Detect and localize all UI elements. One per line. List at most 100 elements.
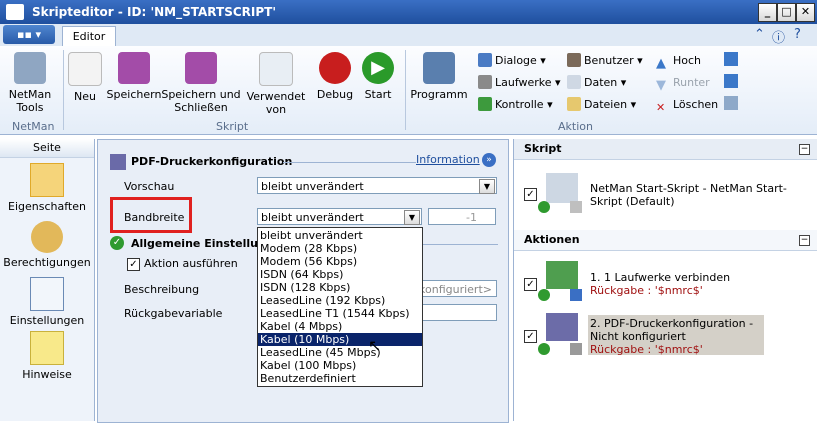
action2-return: Rückgabe : '$nmrc$' (590, 343, 703, 356)
action2-title[interactable]: 2. PDF-Druckerkonfiguration - Nicht konf… (590, 317, 762, 343)
ok-check-icon: ✓ (110, 236, 124, 250)
spinner-value: -1 (466, 211, 477, 224)
speichern-label: Speichern (106, 88, 162, 101)
move-top-icon[interactable] (724, 52, 738, 66)
group-label-netman: NetMan (12, 120, 55, 133)
aktionen-section-header: Aktionen (514, 230, 817, 251)
action1-return: Rückgabe : '$nmrc$' (590, 284, 703, 297)
verwendet-von-button[interactable]: Verwendet von (246, 52, 306, 116)
laufwerke-button[interactable]: Laufwerke ▾ (478, 74, 561, 92)
loeschen-button[interactable]: ✕ Löschen (656, 96, 718, 114)
netman-tools-label: NetMan Tools (8, 88, 52, 114)
beschreibung-placeholder: t konfiguriert> (411, 283, 492, 296)
left-navigation: Seite Eigenschaften Berechtigungen Einst… (0, 139, 95, 421)
dropdown-option[interactable]: Kabel (4 Mbps) (258, 320, 422, 333)
debug-label: Debug (316, 88, 354, 101)
arrow-down-icon: ▼ (656, 78, 666, 93)
collapse-skript-icon[interactable]: − (799, 144, 810, 155)
tab-editor[interactable]: Editor (62, 26, 116, 47)
information-link[interactable]: Information (416, 153, 480, 166)
kontrolle-button[interactable]: Kontrolle ▾ (478, 96, 553, 114)
properties-icon (30, 163, 64, 197)
dateien-button[interactable]: Dateien ▾ (567, 96, 636, 114)
move-bottom-icon[interactable] (724, 74, 738, 88)
minimize-button[interactable]: _ (758, 3, 777, 22)
bandwidth-spinner[interactable]: -1 (428, 208, 496, 225)
start-label: Start (364, 88, 392, 101)
ribbon-tab-strip: ▪▪ ▾ Editor ⌃ ⓘ ? (0, 24, 817, 47)
section-title: PDF-Druckerkonfiguration (131, 155, 293, 168)
maximize-button[interactable]: □ (777, 3, 796, 22)
bandbreite-select[interactable]: bleibt unverändert ▼ (257, 208, 422, 225)
save-icon (118, 52, 150, 84)
close-button[interactable]: ✕ (796, 3, 815, 22)
skript-checkbox[interactable]: ✓ (524, 188, 537, 201)
dialog-icon (478, 53, 492, 67)
start-button[interactable]: ▶ Start (358, 52, 398, 101)
dropdown-option[interactable]: ISDN (64 Kbps) (258, 268, 422, 281)
nav-header: Seite (0, 139, 94, 158)
help-icon[interactable]: ? (794, 27, 801, 42)
application-menu-button[interactable]: ▪▪ ▾ (3, 25, 55, 44)
dropdown-option[interactable]: LeasedLine (45 Mbps) (258, 346, 422, 359)
collapse-icon[interactable]: » (482, 153, 496, 167)
dialoge-button[interactable]: Dialoge ▾ (478, 52, 546, 70)
vorschau-select[interactable]: bleibt unverändert ▼ (257, 177, 497, 194)
debug-button[interactable]: Debug (314, 52, 356, 101)
magnifier-icon (259, 52, 293, 86)
netman-tools-button[interactable]: NetMan Tools (4, 52, 56, 114)
arrow-up-icon: ▲ (656, 56, 666, 71)
verwendet-von-label: Verwendet von (246, 90, 306, 116)
pdf-printer-icon (546, 313, 578, 341)
key-lock-icon (31, 221, 63, 253)
action1-title[interactable]: 1. 1 Laufwerke verbinden (590, 271, 730, 284)
runter-label: Runter (673, 76, 710, 89)
speichern-schliessen-button[interactable]: Speichern und Schließen (160, 52, 242, 114)
runter-button[interactable]: ▼ Runter (656, 74, 710, 93)
help-info-icon[interactable]: ⓘ (772, 27, 785, 46)
collapse-aktionen-icon[interactable]: − (799, 235, 810, 246)
nav-item-berechtigungen[interactable]: Berechtigungen (0, 221, 94, 269)
nav-item-hinweise[interactable]: Hinweise (0, 331, 94, 381)
benutzer-label: Benutzer (584, 54, 634, 67)
group-separator (63, 50, 64, 130)
files-icon (567, 97, 581, 111)
aktion-ausfuehren-checkbox[interactable]: ✓ (127, 258, 140, 271)
nav-item-einstellungen[interactable]: Einstellungen (0, 277, 94, 327)
daten-button[interactable]: Daten ▾ (567, 74, 626, 92)
dropdown-option[interactable]: Kabel (100 Mbps) (258, 359, 422, 372)
benutzer-button[interactable]: Benutzer ▾ (567, 52, 643, 70)
dropdown-option[interactable]: Benutzerdefiniert (258, 372, 422, 385)
checklist-icon (30, 277, 64, 311)
group-label-skript: Skript (216, 120, 249, 133)
notepad-icon (30, 331, 64, 365)
status-ok-icon (538, 289, 550, 301)
trash-icon[interactable] (724, 96, 738, 110)
programm-button[interactable]: Programm (410, 52, 468, 101)
nav-item-eigenschaften[interactable]: Eigenschaften (0, 163, 94, 213)
dropdown-option[interactable]: LeasedLine T1 (1544 Kbps) (258, 307, 422, 320)
dropdown-option[interactable]: Modem (28 Kbps) (258, 242, 422, 255)
dropdown-option-selected[interactable]: Kabel (10 Mbps) (258, 333, 422, 346)
dropdown-option[interactable]: LeasedLine (192 Kbps) (258, 294, 422, 307)
bug-icon (319, 52, 351, 84)
dropdown-option[interactable]: ISDN (128 Kbps) (258, 281, 422, 294)
expand-icon[interactable]: ⌃ (754, 27, 765, 42)
skript-item-label[interactable]: NetMan Start-Skript - NetMan Start-Skrip… (590, 182, 810, 208)
dropdown-option[interactable]: Modem (56 Kbps) (258, 255, 422, 268)
status-ok-icon (538, 343, 550, 355)
action1-checkbox[interactable]: ✓ (524, 278, 537, 291)
dropdown-option[interactable]: bleibt unverändert (258, 229, 422, 242)
hoch-button[interactable]: ▲ Hoch (656, 52, 701, 71)
neu-label: Neu (74, 90, 96, 103)
neu-button[interactable]: Neu (68, 52, 102, 103)
nav-label: Einstellungen (9, 314, 85, 327)
speichern-button[interactable]: Speichern (106, 52, 162, 101)
action2-checkbox[interactable]: ✓ (524, 330, 537, 343)
lock-icon (570, 289, 582, 301)
chevron-down-icon: ▼ (404, 210, 420, 225)
nav-label: Berechtigungen (3, 256, 91, 269)
laufwerke-label: Laufwerke (495, 76, 552, 89)
speichern-schliessen-label: Speichern und Schließen (161, 88, 241, 114)
play-icon: ▶ (362, 52, 394, 84)
